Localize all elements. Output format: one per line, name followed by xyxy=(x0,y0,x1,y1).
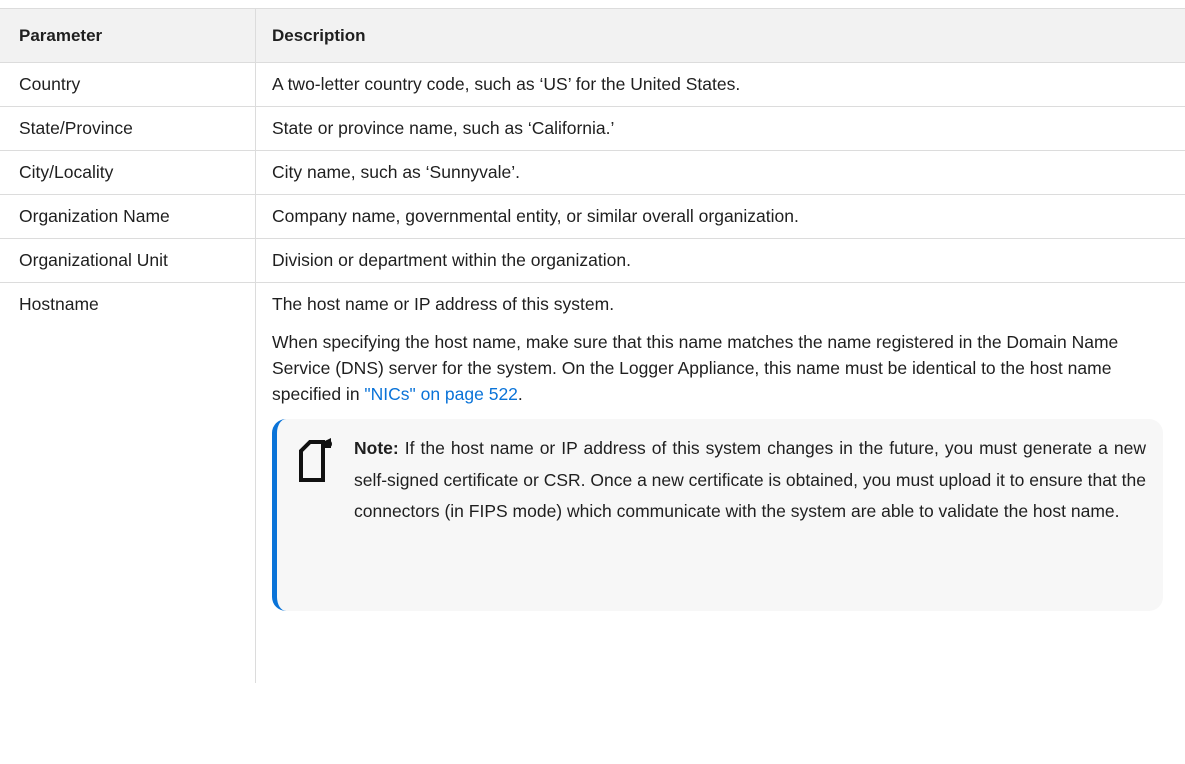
description-cell: The host name or IP address of this syst… xyxy=(256,283,1185,683)
hostname-details-end: . xyxy=(517,384,523,404)
parameter-cell: Organizational Unit xyxy=(0,239,256,282)
note-icon xyxy=(299,438,332,482)
note-label: Note: xyxy=(354,438,399,458)
table-header-row: Parameter Description xyxy=(0,8,1185,63)
header-parameter: Parameter xyxy=(0,9,256,62)
table-row-hostname: Hostname The host name or IP address of … xyxy=(0,283,1185,683)
parameter-cell: City/Locality xyxy=(0,151,256,194)
parameter-cell: Hostname xyxy=(0,283,256,683)
parameter-cell: State/Province xyxy=(0,107,256,150)
table-row: State/Province State or province name, s… xyxy=(0,107,1185,151)
description-cell: State or province name, such as ‘Califor… xyxy=(272,118,615,138)
nics-page-link[interactable]: "NICs" on page 522 xyxy=(364,384,518,404)
table-row: City/Locality City name, such as ‘Sunnyv… xyxy=(0,151,1185,195)
parameter-table: Parameter Description Country A two-lett… xyxy=(0,8,1185,683)
description-cell: City name, such as ‘Sunnyvale’. xyxy=(272,162,521,182)
hostname-description: The host name or IP address of this syst… xyxy=(272,294,615,314)
table-row: Organization Name Company name, governme… xyxy=(0,195,1185,239)
description-cell: Company name, governmental entity, or si… xyxy=(272,206,799,226)
description-cell: A two-letter country code, such as ‘US’ … xyxy=(272,74,741,94)
description-cell: Division or department within the organi… xyxy=(272,250,631,270)
note-body: If the host name or IP address of this s… xyxy=(354,438,1146,521)
parameter-cell: Country xyxy=(0,63,256,106)
note-box: Note: If the host name or IP address of … xyxy=(272,419,1163,611)
note-text: Note: If the host name or IP address of … xyxy=(354,433,1146,528)
header-description: Description xyxy=(272,26,366,45)
hostname-details: When specifying the host name, make sure… xyxy=(272,329,1122,407)
table-row: Organizational Unit Division or departme… xyxy=(0,239,1185,283)
parameter-cell: Organization Name xyxy=(0,195,256,238)
table-row: Country A two-letter country code, such … xyxy=(0,63,1185,107)
